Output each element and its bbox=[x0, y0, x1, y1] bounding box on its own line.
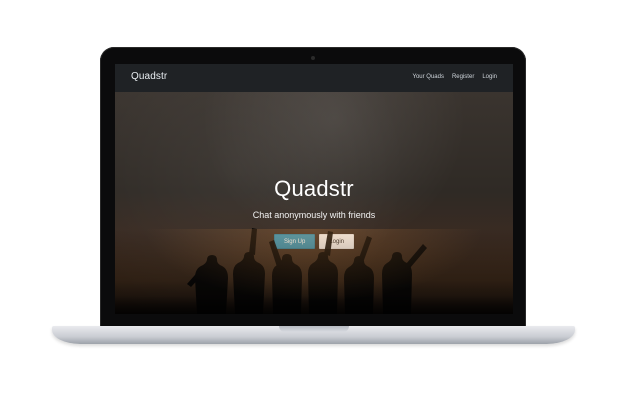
hero-ground-shadow bbox=[115, 296, 513, 314]
silhouette-5-arm bbox=[359, 236, 372, 260]
hero-cta-row: Sign Up Login bbox=[115, 234, 513, 249]
hero-title: Quadstr bbox=[274, 176, 354, 201]
laptop-notch bbox=[279, 326, 349, 332]
nav-login[interactable]: Login bbox=[482, 73, 497, 81]
silhouette-5 bbox=[344, 256, 374, 314]
signup-button[interactable]: Sign Up bbox=[273, 234, 316, 249]
silhouette-4-arm bbox=[324, 231, 333, 256]
people-silhouettes bbox=[187, 228, 427, 314]
silhouette-2 bbox=[233, 252, 265, 314]
silhouette-1 bbox=[195, 255, 228, 314]
silhouette-1-arm bbox=[187, 267, 207, 287]
laptop-mockup: Quadstr Your Quads Register Login Quadst… bbox=[0, 0, 623, 400]
silhouette-6-arm bbox=[406, 244, 427, 268]
silhouette-2-arm bbox=[249, 228, 257, 255]
silhouette-3 bbox=[272, 254, 302, 314]
silhouette-3-arm bbox=[269, 240, 283, 267]
silhouette-6 bbox=[382, 252, 412, 314]
silhouette-4 bbox=[308, 252, 338, 314]
hero-section: Quadstr Chat anonymously with friends Si… bbox=[115, 92, 513, 314]
brand-logo[interactable]: Quadstr bbox=[131, 71, 167, 82]
hero-subtitle: Chat anonymously with friends bbox=[252, 210, 376, 220]
laptop-screen: Quadstr Your Quads Register Login Quadst… bbox=[115, 64, 513, 314]
nav-your-quads[interactable]: Your Quads bbox=[413, 73, 444, 81]
nav-register[interactable]: Register bbox=[452, 73, 474, 81]
login-button[interactable]: Login bbox=[319, 234, 355, 249]
top-navbar: Quadstr Your Quads Register Login bbox=[115, 64, 513, 93]
nav-links: Your Quads Register Login bbox=[413, 73, 498, 81]
camera-icon bbox=[311, 56, 315, 60]
